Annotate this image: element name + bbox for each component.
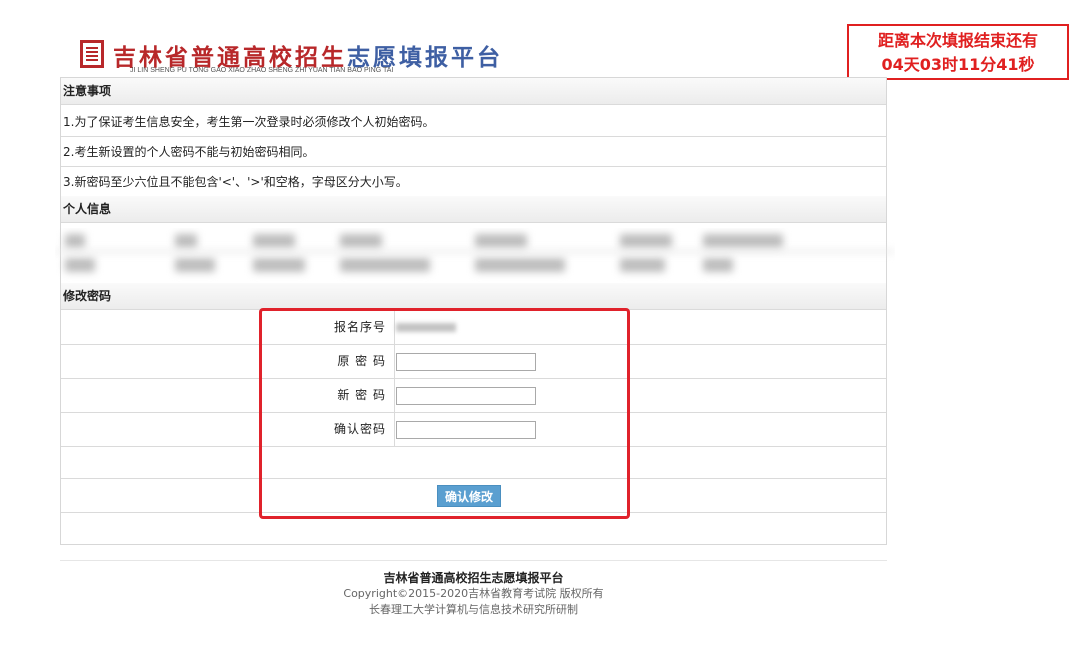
personal-info-heading: 个人信息 xyxy=(61,196,886,223)
confirm-change-button[interactable]: 确认修改 xyxy=(437,485,501,507)
confirm-password-row: 确认密码 xyxy=(61,413,886,447)
confirm-password-input[interactable] xyxy=(396,421,536,439)
change-password-heading: 修改密码 xyxy=(61,283,886,310)
notes-heading: 注意事项 xyxy=(61,78,886,105)
new-password-row: 新 密 码 xyxy=(61,379,886,413)
note-item-1: 1.为了保证考生信息安全，考生第一次登录时必须修改个人初始密码。 xyxy=(61,108,886,137)
deadline-timer: 04天03时11分41秒 xyxy=(881,55,1035,74)
footer-developer: 长春理工大学计算机与信息技术研究所研制 xyxy=(369,603,578,616)
deadline-label: 距离本次填报结束还有 xyxy=(877,31,1038,50)
new-password-label: 新 密 码 xyxy=(337,388,386,402)
reg-no-label: 报名序号 xyxy=(333,320,386,334)
reg-no-value-redacted xyxy=(396,323,456,332)
old-password-label: 原 密 码 xyxy=(337,354,386,368)
new-password-input[interactable] xyxy=(396,387,536,405)
site-pinyin: JI LIN SHENG PU TONG GAO XIAO ZHAO SHENG… xyxy=(130,67,394,74)
old-password-row: 原 密 码 xyxy=(61,345,886,379)
footer-divider xyxy=(60,560,887,561)
footer-title: 吉林省普通高校招生志愿填报平台 xyxy=(383,571,564,585)
note-item-2: 2.考生新设置的个人密码不能与初始密码相同。 xyxy=(61,138,886,167)
site-logo-icon xyxy=(80,40,104,68)
note-item-3: 3.新密码至少六位且不能包含'<'、'>'和空格，字母区分大小写。 xyxy=(61,168,886,197)
main-panel: 注意事项 1.为了保证考生信息安全，考生第一次登录时必须修改个人初始密码。 2.… xyxy=(55,77,895,545)
personal-info-redacted xyxy=(55,228,895,282)
old-password-input[interactable] xyxy=(396,353,536,371)
deadline-countdown: 距离本次填报结束还有 04天03时11分41秒 xyxy=(847,24,1069,80)
confirm-password-label: 确认密码 xyxy=(333,422,386,436)
footer: 吉林省普通高校招生志愿填报平台 Copyright©2015-2020吉林省教育… xyxy=(60,570,887,618)
reg-no-row: 报名序号 xyxy=(61,311,886,345)
footer-copyright: Copyright©2015-2020吉林省教育考试院 版权所有 xyxy=(343,587,604,600)
spacer-row xyxy=(61,447,886,479)
